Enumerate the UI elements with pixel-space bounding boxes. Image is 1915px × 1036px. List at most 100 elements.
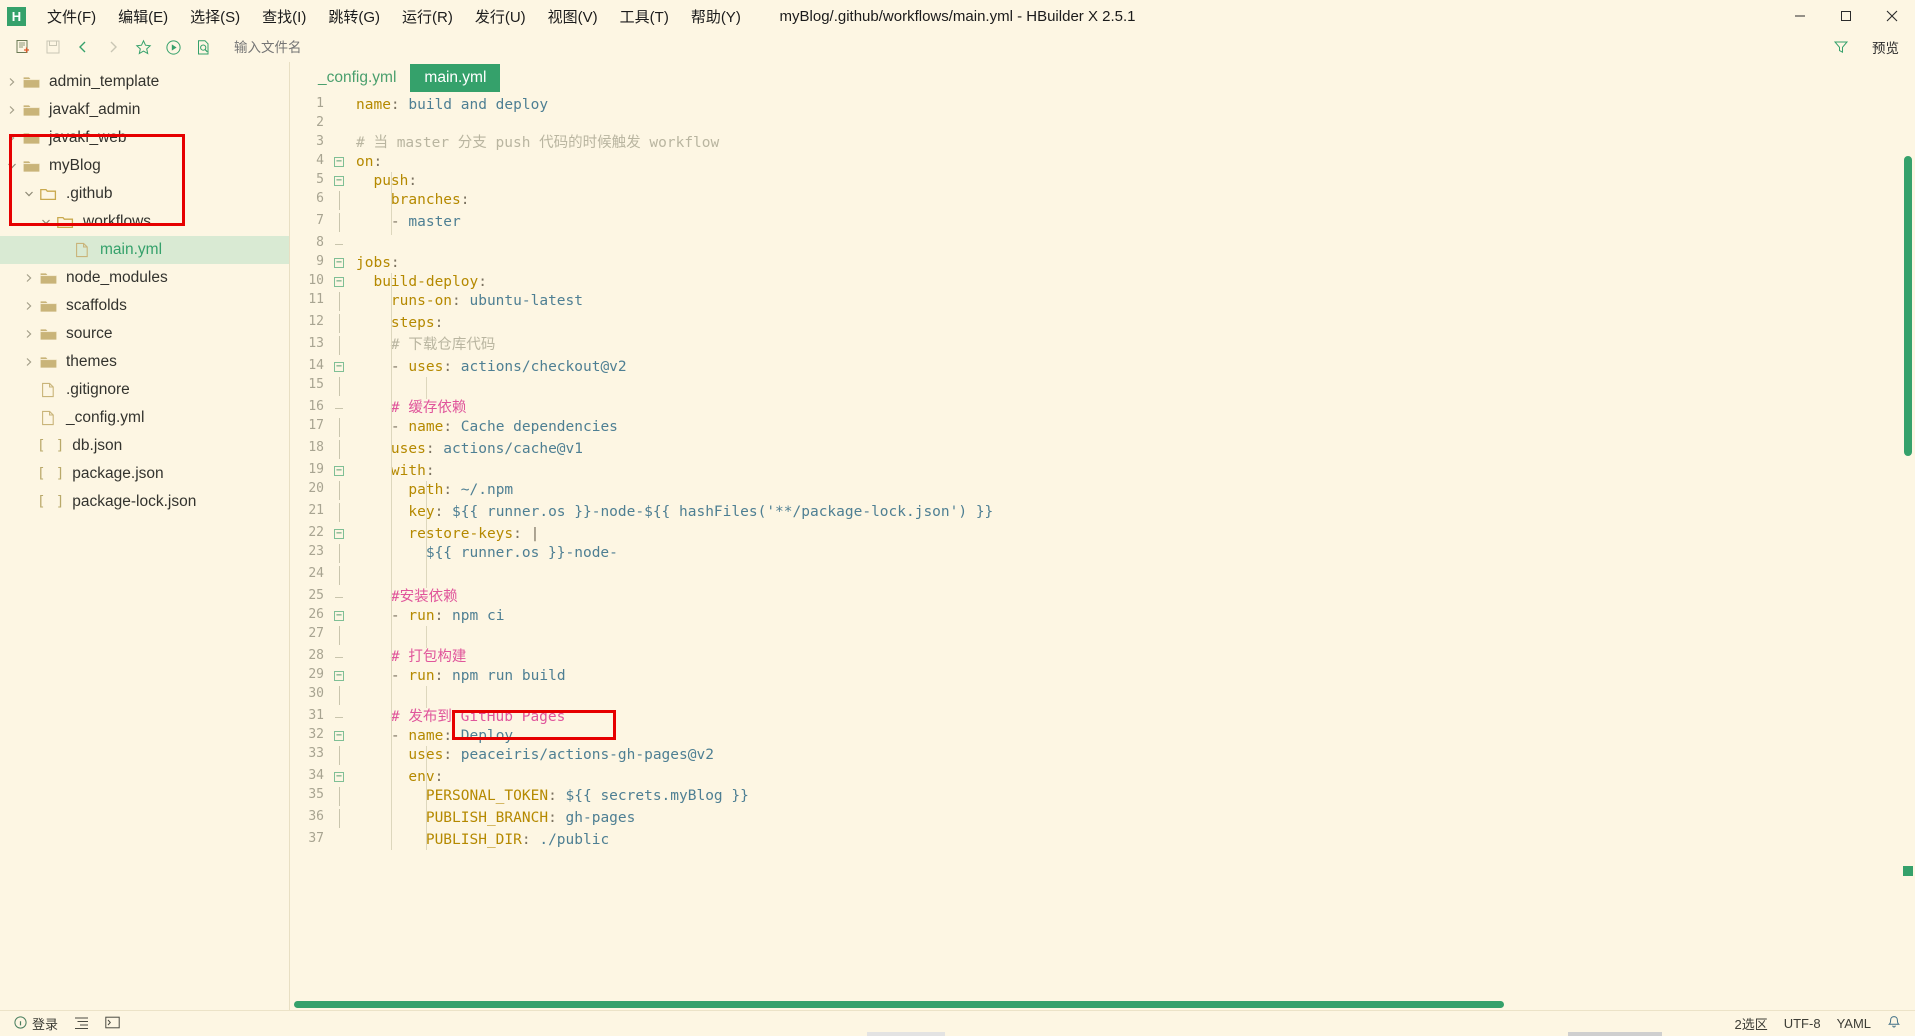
chevron-down-icon[interactable]: [21, 189, 37, 199]
code-line[interactable]: 21 key: ${{ runner.os }}-node-${{ hashFi…: [290, 503, 1915, 525]
fold-toggle-icon[interactable]: −: [330, 254, 348, 273]
menu-file[interactable]: 文件(F): [36, 2, 107, 31]
code-line[interactable]: 31 # 发布到 GitHub Pages: [290, 708, 1915, 727]
new-file-icon[interactable]: [8, 34, 38, 60]
chevron-down-icon[interactable]: [38, 217, 54, 227]
chevron-right-icon[interactable]: [4, 105, 20, 115]
menu-goto[interactable]: 跳转(G): [317, 2, 391, 31]
fold-toggle-icon[interactable]: −: [330, 525, 348, 544]
tree-item-workflows[interactable]: workflows: [0, 208, 289, 236]
tree-item-javakf-admin[interactable]: javakf_admin: [0, 96, 289, 124]
star-icon[interactable]: [128, 34, 158, 60]
code-line[interactable]: 15: [290, 377, 1915, 399]
fold-toggle-icon[interactable]: −: [330, 727, 348, 746]
code-line[interactable]: 8: [290, 235, 1915, 254]
fold-toggle-icon[interactable]: −: [330, 273, 348, 292]
code-line[interactable]: 35 PERSONAL_TOKEN: ${{ secrets.myBlog }}: [290, 787, 1915, 809]
code-line[interactable]: 16 # 缓存依赖: [290, 399, 1915, 418]
chevron-right-icon[interactable]: [4, 77, 20, 87]
code-line[interactable]: 2: [290, 115, 1915, 134]
chevron-down-icon[interactable]: [4, 161, 20, 171]
code-line[interactable]: 6 branches:: [290, 191, 1915, 213]
fold-toggle-icon[interactable]: −: [330, 768, 348, 787]
code-line[interactable]: 24: [290, 566, 1915, 588]
filename-input[interactable]: [234, 39, 534, 55]
maximize-icon[interactable]: [1823, 0, 1869, 32]
horizontal-scrollbar[interactable]: [290, 998, 1915, 1010]
code-line[interactable]: 32− - name: Deploy: [290, 727, 1915, 746]
tree-item-gitignore[interactable]: .gitignore: [0, 376, 289, 404]
file-search-icon[interactable]: [188, 34, 218, 60]
code-line[interactable]: 7 - master: [290, 213, 1915, 235]
fold-toggle-icon[interactable]: −: [330, 153, 348, 172]
tab-main-yml[interactable]: main.yml: [410, 64, 501, 92]
code-line[interactable]: 36 PUBLISH_BRANCH: gh-pages: [290, 809, 1915, 831]
tree-item-node-modules[interactable]: node_modules: [0, 264, 289, 292]
tab-config-yml[interactable]: _config.yml: [304, 64, 410, 92]
tree-item-myblog[interactable]: myBlog: [0, 152, 289, 180]
vertical-scrollbar[interactable]: [1901, 96, 1915, 998]
run-play-icon[interactable]: [158, 34, 188, 60]
tree-item-package-lock-json[interactable]: [ ] package-lock.json: [0, 488, 289, 516]
chevron-right-icon[interactable]: [21, 301, 37, 311]
code-line[interactable]: 22− restore-keys: |: [290, 525, 1915, 544]
code-line[interactable]: 10− build-deploy:: [290, 273, 1915, 292]
chevron-right-icon[interactable]: [21, 357, 37, 367]
save-icon[interactable]: [38, 34, 68, 60]
tree-item-scaffolds[interactable]: scaffolds: [0, 292, 289, 320]
minimize-icon[interactable]: [1777, 0, 1823, 32]
menu-run[interactable]: 运行(R): [391, 2, 464, 31]
menu-view[interactable]: 视图(V): [537, 2, 609, 31]
tree-item-admin-template[interactable]: admin_template: [0, 68, 289, 96]
code-line[interactable]: 13 # 下载仓库代码: [290, 336, 1915, 358]
code-line[interactable]: 33 uses: peaceiris/actions-gh-pages@v2: [290, 746, 1915, 768]
chevron-right-icon[interactable]: [21, 273, 37, 283]
code-line[interactable]: 34− env:: [290, 768, 1915, 787]
code-line[interactable]: 11 runs-on: ubuntu-latest: [290, 292, 1915, 314]
vertical-scroll-thumb[interactable]: [1904, 156, 1912, 456]
fold-toggle-icon[interactable]: −: [330, 607, 348, 626]
close-icon[interactable]: [1869, 0, 1915, 32]
tree-item-config-yml[interactable]: _config.yml: [0, 404, 289, 432]
fold-toggle-icon[interactable]: −: [330, 358, 348, 377]
code-line[interactable]: 19− with:: [290, 462, 1915, 481]
code-scroll-region[interactable]: 1 name: build and deploy 2 3 # 当 master 分支 …: [290, 96, 1915, 998]
code-line[interactable]: 25 #安装依赖: [290, 588, 1915, 607]
tree-item-github[interactable]: .github: [0, 180, 289, 208]
tree-item-main-yml[interactable]: main.yml: [0, 236, 289, 264]
back-arrow-icon[interactable]: [68, 34, 98, 60]
fold-toggle-icon[interactable]: −: [330, 667, 348, 686]
tree-item-themes[interactable]: themes: [0, 348, 289, 376]
menu-help[interactable]: 帮助(Y): [680, 2, 752, 31]
code-line[interactable]: 26− - run: npm ci: [290, 607, 1915, 626]
code-line[interactable]: 18 uses: actions/cache@v1: [290, 440, 1915, 462]
code-line[interactable]: 9− jobs:: [290, 254, 1915, 273]
forward-arrow-icon[interactable]: [98, 34, 128, 60]
code-line[interactable]: 28 # 打包构建: [290, 648, 1915, 667]
fold-toggle-icon[interactable]: −: [330, 172, 348, 191]
menu-edit[interactable]: 编辑(E): [107, 2, 179, 31]
fold-toggle-icon[interactable]: −: [330, 462, 348, 481]
code-line[interactable]: 17 - name: Cache dependencies: [290, 418, 1915, 440]
code-line[interactable]: 1 name: build and deploy: [290, 96, 1915, 115]
project-explorer[interactable]: admin_template javakf_admin javakf_web myBl…: [0, 62, 290, 1010]
code-line[interactable]: 23 ${{ runner.os }}-node-: [290, 544, 1915, 566]
code-line[interactable]: 5− push:: [290, 172, 1915, 191]
preview-button[interactable]: 预览: [1864, 34, 1907, 60]
menu-find[interactable]: 查找(I): [251, 2, 317, 31]
code-line[interactable]: 29− - run: npm run build: [290, 667, 1915, 686]
tree-item-db-json[interactable]: [ ] db.json: [0, 432, 289, 460]
code-line[interactable]: 37 PUBLISH_DIR: ./public: [290, 831, 1915, 850]
chevron-right-icon[interactable]: [4, 133, 20, 143]
tree-item-javakf-web[interactable]: javakf_web: [0, 124, 289, 152]
menu-tools[interactable]: 工具(T): [609, 2, 680, 31]
menu-select[interactable]: 选择(S): [179, 2, 251, 31]
code-line[interactable]: 14− - uses: actions/checkout@v2: [290, 358, 1915, 377]
menu-publish[interactable]: 发行(U): [464, 2, 537, 31]
code-line[interactable]: 27: [290, 626, 1915, 648]
tree-item-source[interactable]: source: [0, 320, 289, 348]
code-line[interactable]: 12 steps:: [290, 314, 1915, 336]
tree-item-package-json[interactable]: [ ] package.json: [0, 460, 289, 488]
code-line[interactable]: 3 # 当 master 分支 push 代码的时候触发 workflow: [290, 134, 1915, 153]
horizontal-scroll-thumb[interactable]: [294, 1001, 1504, 1008]
